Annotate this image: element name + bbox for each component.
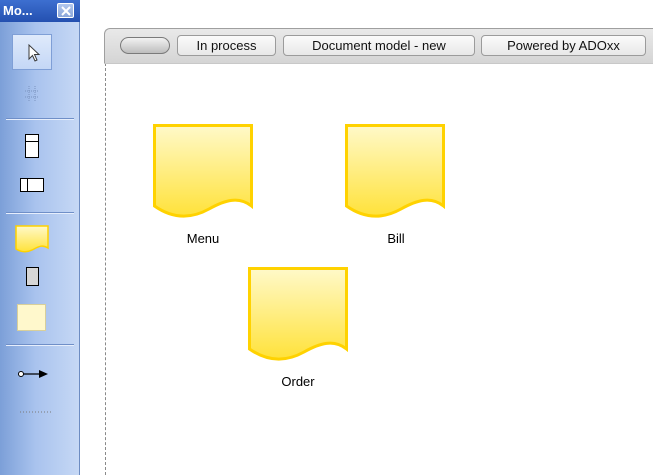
swimlane-vertical-tool[interactable] bbox=[12, 166, 52, 202]
tab-in-process[interactable]: In process bbox=[177, 35, 276, 56]
document-shape-icon bbox=[248, 267, 348, 361]
mode-toggle-button[interactable] bbox=[120, 37, 170, 54]
swimlane-horizontal-icon bbox=[25, 134, 39, 158]
document-icon bbox=[15, 225, 49, 253]
swimlane-vertical-icon bbox=[20, 178, 44, 192]
document-object[interactable] bbox=[345, 124, 445, 220]
pointer-tool[interactable] bbox=[12, 34, 52, 70]
modelling-palette: Mo... bbox=[0, 0, 80, 475]
note-tool[interactable] bbox=[12, 298, 52, 334]
document-label: Bill bbox=[387, 231, 405, 246]
document-tool[interactable] bbox=[12, 220, 52, 256]
document-label: Order bbox=[281, 374, 315, 389]
grid-icon bbox=[25, 86, 39, 102]
pointer-icon bbox=[28, 43, 41, 62]
rectangle-icon bbox=[26, 267, 39, 286]
document-shape-icon bbox=[153, 124, 253, 218]
gray-rectangle-tool[interactable] bbox=[12, 258, 52, 294]
mode-bar-divider bbox=[104, 63, 653, 64]
palette-separator bbox=[6, 344, 74, 346]
tab-powered-by[interactable]: Powered by ADOxx bbox=[481, 35, 646, 56]
palette-title: Mo... bbox=[3, 3, 33, 18]
grid-tool[interactable] bbox=[12, 76, 52, 112]
palette-separator bbox=[6, 212, 74, 214]
arrow-connector-icon bbox=[18, 370, 48, 378]
document-label: Menu bbox=[186, 231, 220, 246]
palette-title-bar[interactable]: Mo... bbox=[0, 0, 80, 22]
palette-separator bbox=[6, 118, 74, 120]
swimlane-horizontal-tool[interactable] bbox=[12, 128, 52, 164]
document-object[interactable] bbox=[248, 267, 348, 363]
document-shape-icon bbox=[345, 124, 445, 218]
note-icon bbox=[17, 304, 46, 331]
tab-document-model[interactable]: Document model - new bbox=[283, 35, 475, 56]
document-object[interactable] bbox=[153, 124, 253, 220]
close-icon[interactable] bbox=[57, 3, 74, 18]
relation-arrow-tool[interactable] bbox=[12, 356, 52, 392]
canvas-page-border bbox=[105, 58, 106, 475]
dotted-line-tool[interactable] bbox=[12, 394, 52, 430]
dotted-line-icon bbox=[20, 411, 52, 413]
modeling-window: Mo... In process Document model - new Po… bbox=[0, 0, 653, 475]
